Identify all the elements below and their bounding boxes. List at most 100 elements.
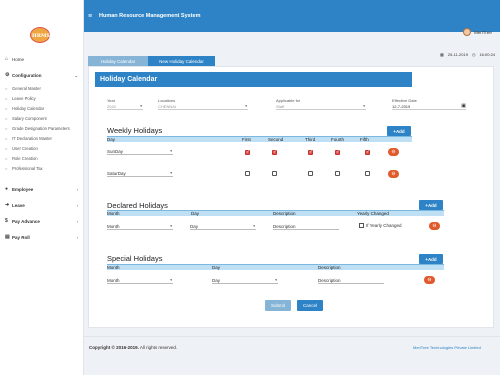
current-date: 25-11-2019: [447, 52, 468, 57]
user-name[interactable]: MeriTree: [474, 30, 492, 35]
second-week-checkbox[interactable]: [272, 149, 277, 155]
special-day-select[interactable]: Day ▾: [212, 277, 278, 284]
minus-icon: ⊖: [391, 170, 396, 177]
fifth-week-checkbox[interactable]: [365, 171, 370, 176]
home-icon: ⌂: [5, 56, 9, 62]
declared-description-input[interactable]: Description: [273, 223, 339, 230]
sidebar-subitem-holiday-calendar[interactable]: ○ Holiday Calendar: [5, 104, 44, 113]
first-week-checkbox[interactable]: [245, 149, 250, 155]
column-header: Description: [273, 211, 296, 216]
locations-value: CHENNAI: [158, 103, 177, 109]
applicable-select[interactable]: Staff ▾: [276, 103, 366, 110]
sidebar-item-label: Configuration: [12, 72, 42, 78]
caret-down-icon: ▾: [170, 278, 172, 282]
sidebar-subitem-salary-component[interactable]: ○ Salary Component: [5, 114, 47, 123]
sidebar-subitem-general-master[interactable]: ○ General Master: [5, 84, 41, 93]
tab-holiday-calendar[interactable]: Holiday Calendar: [88, 56, 148, 66]
chevron-left-icon: ‹: [76, 186, 78, 192]
cancel-button[interactable]: Cancel: [297, 300, 323, 311]
sidebar-subitem-role-creation[interactable]: ○ Role Creation: [5, 154, 38, 163]
sidebar-item-label: Home: [12, 56, 25, 62]
hamburger-icon[interactable]: ≡: [88, 13, 92, 20]
special-description-input[interactable]: Description: [318, 277, 384, 284]
third-week-checkbox[interactable]: [308, 149, 313, 155]
circle-icon: ○: [5, 156, 8, 161]
submit-button[interactable]: Submit: [265, 300, 291, 311]
column-header: Fourth: [331, 137, 345, 142]
weekly-day-select[interactable]: SaturDay ▾: [107, 170, 173, 177]
sidebar-item-leave[interactable]: ➜ Leave ‹: [0, 200, 84, 210]
sidebar-subitem-user-creation[interactable]: ○ User Creation: [5, 144, 38, 153]
sidebar-subitem-label: Leave Policy: [12, 96, 36, 101]
sidebar-subitem-grade-designation[interactable]: ○ Grade Designation Parameters: [5, 124, 70, 133]
special-month-select[interactable]: Month ▾: [107, 277, 173, 284]
first-week-checkbox[interactable]: [245, 171, 250, 176]
remove-row-button[interactable]: ⊖: [429, 222, 440, 230]
cog-icon: ⚙: [5, 72, 10, 78]
declared-holidays-title: Declared Holidays: [107, 201, 168, 210]
column-header: Day: [212, 265, 221, 270]
column-header: Fifth: [360, 137, 369, 142]
sidebar-subitem-professional-tax[interactable]: ○ Professional Tax: [5, 164, 43, 173]
circle-icon: ○: [5, 166, 8, 171]
fourth-week-checkbox[interactable]: [335, 149, 340, 155]
chevron-left-icon: ‹: [76, 202, 78, 208]
remove-row-button[interactable]: ⊖: [388, 148, 399, 156]
fifth-week-checkbox[interactable]: [365, 149, 370, 155]
tab-new-holiday-calendar[interactable]: New Holiday Calendar: [148, 56, 215, 66]
sidebar-item-pay-advance[interactable]: $ Pay Advance ‹: [0, 216, 84, 226]
avatar[interactable]: [463, 28, 471, 36]
sidebar-subitem-it-declaration[interactable]: ○ IT Declaration Master: [5, 134, 52, 143]
description-placeholder: Description: [273, 223, 296, 229]
add-weekly-button[interactable]: + Add: [387, 126, 411, 136]
sidebar-item-label: Pay Advance: [12, 218, 40, 224]
locations-select[interactable]: CHENNAI ▾: [158, 103, 248, 110]
declared-month-select[interactable]: Month ▾: [107, 223, 173, 230]
year-select[interactable]: 2020 ▾: [107, 103, 143, 110]
sidebar-subitem-leave-policy[interactable]: ○ Leave Policy: [5, 94, 36, 103]
second-week-checkbox[interactable]: [272, 171, 277, 176]
column-header: Yearly Changed: [357, 211, 389, 216]
declared-day-select[interactable]: Day ▾: [190, 223, 256, 230]
third-week-checkbox[interactable]: [308, 171, 313, 176]
company-link[interactable]: MeriTree Technologies Private Limited: [413, 345, 481, 350]
weekly-day-select[interactable]: SunDay ▾: [107, 148, 173, 155]
remove-row-button[interactable]: ⊖: [388, 170, 399, 178]
minus-icon: ⊖: [427, 276, 432, 283]
chevron-left-icon: ‹: [76, 234, 78, 240]
sidebar-item-home[interactable]: ⌂ Home: [0, 54, 84, 64]
sidebar-item-configuration[interactable]: ⚙ Configuration ⌄: [0, 70, 84, 80]
circle-icon: ○: [5, 86, 8, 91]
logo[interactable]: HRMS: [0, 0, 84, 48]
checkbox[interactable]: [359, 223, 364, 228]
leave-icon: ➜: [5, 202, 10, 208]
caret-down-icon: ▾: [363, 104, 365, 108]
chevron-down-icon: ⌄: [74, 72, 78, 78]
panel-title: Holiday Calendar: [95, 72, 412, 87]
add-special-button[interactable]: + Add: [419, 254, 443, 264]
day-value: Day: [212, 277, 221, 283]
sidebar-item-employee[interactable]: ● Employee ‹: [0, 184, 84, 194]
date-time: ▦ 25-11-2019 ◷ 16:00:24: [440, 52, 495, 57]
weekly-holidays-title: Weekly Holidays: [107, 126, 163, 135]
sidebar-subitem-label: Grade Designation Parameters: [12, 126, 70, 131]
caret-down-icon: ▾: [253, 224, 255, 228]
year-value: 2020: [107, 103, 116, 109]
sidebar-item-label: Leave: [12, 202, 25, 208]
effective-date-input[interactable]: 12-7-2019 ▣: [392, 103, 466, 110]
remove-row-button[interactable]: ⊖: [424, 276, 435, 284]
minus-icon: ⊖: [432, 222, 437, 229]
fourth-week-checkbox[interactable]: [335, 171, 340, 176]
calendar-icon[interactable]: ▣: [461, 103, 466, 109]
logo-text: HRMS: [31, 33, 51, 39]
sidebar-subitem-label: Professional Tax: [12, 166, 43, 171]
minus-icon: ⊖: [391, 148, 396, 155]
caret-down-icon: ▾: [245, 104, 247, 108]
add-declared-button[interactable]: + Add: [419, 200, 443, 210]
caret-down-icon: ▾: [140, 104, 142, 108]
sidebar-item-pay-roll[interactable]: ▤ Pay Roll ‹: [0, 232, 84, 242]
payroll-icon: ▤: [5, 234, 10, 240]
month-value: Month: [107, 277, 120, 283]
users-icon: ●: [5, 186, 9, 192]
yearly-changed-checkbox[interactable]: If Yearly Changed: [359, 223, 402, 228]
